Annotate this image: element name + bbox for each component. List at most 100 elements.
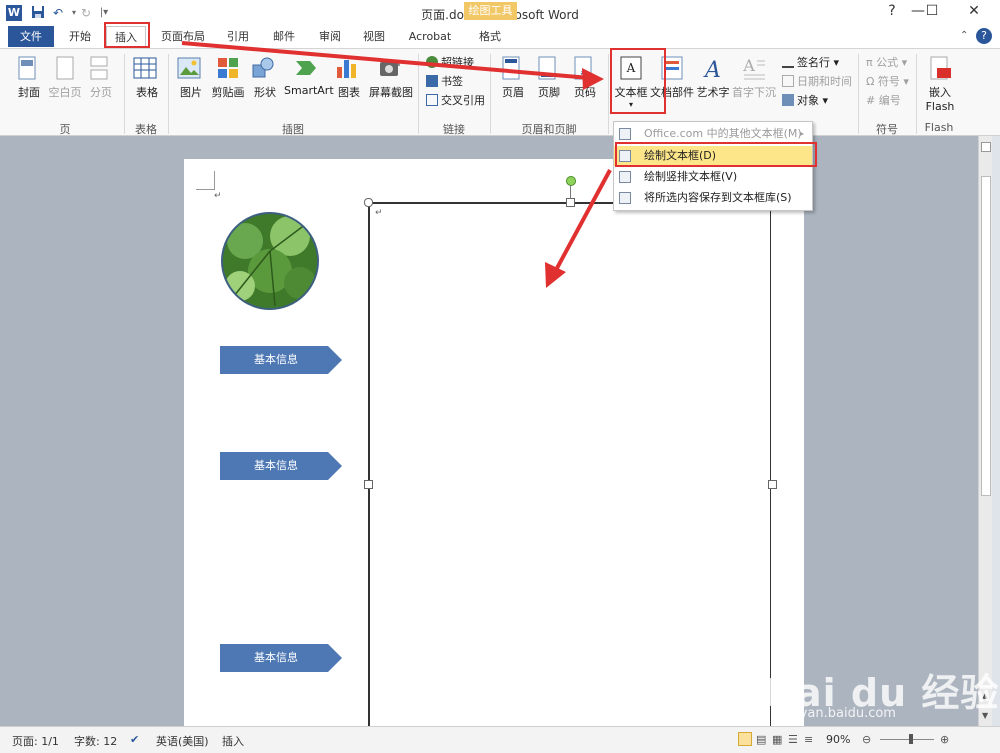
hyperlink-button[interactable]: 超链接 <box>426 54 474 70</box>
page-break-button[interactable]: 分页 <box>86 55 116 100</box>
draw-textbox-highlight <box>615 142 817 167</box>
menu-item-save-to-gallery-label: 将所选内容保存到文本框库(S) <box>644 191 792 204</box>
calendar-icon <box>782 75 794 87</box>
document-page[interactable]: ↵ 基本信息 基本信息 基本信息 ↵ <box>184 159 804 742</box>
zoom-slider-thumb[interactable] <box>909 734 913 744</box>
equation-label: 公式 <box>876 56 899 69</box>
print-layout-view-icon[interactable] <box>738 732 752 746</box>
menu-item-office-more[interactable]: Office.com 中的其他文本框(M) ▸ <box>614 124 812 144</box>
object-label: 对象 <box>797 94 819 107</box>
menu-item-draw-vertical-textbox-label: 绘制竖排文本框(V) <box>644 170 738 183</box>
submenu-arrow-icon: ▸ <box>800 129 805 138</box>
shapes-label: 形状 <box>254 86 276 99</box>
drawn-text-box[interactable]: ↵ <box>368 202 771 742</box>
signature-line-button[interactable]: 签名行 ▾ <box>782 54 839 70</box>
smartart-label: SmartArt <box>284 84 334 97</box>
hyperlink-label: 超链接 <box>441 56 474 69</box>
help-circle-icon[interactable]: ? <box>976 28 992 44</box>
pi-icon: π <box>866 56 877 69</box>
cover-button[interactable]: 封面 <box>14 55 44 100</box>
chart-icon <box>337 60 356 78</box>
group-label-flash: Flash <box>924 121 954 134</box>
hyperlink-icon <box>426 56 438 68</box>
date-time-button[interactable]: 日期和时间 <box>782 73 852 89</box>
equation-button[interactable]: π 公式 ▾ <box>866 54 907 70</box>
resize-handle-right[interactable] <box>768 480 777 489</box>
screenshot-icon <box>380 60 402 76</box>
clipart-button[interactable]: 剪贴画 <box>210 55 246 100</box>
status-page[interactable]: 页面: 1/1 <box>12 733 59 749</box>
group-separator <box>608 54 609 134</box>
cover-label: 封面 <box>18 86 40 99</box>
tab-acrobat[interactable]: Acrobat <box>404 26 456 47</box>
tab-mailings[interactable]: 邮件 <box>264 26 304 47</box>
bookmark-button[interactable]: 书签 <box>426 73 463 89</box>
resize-handle-top[interactable] <box>566 198 575 207</box>
page-number-button[interactable]: # 页码 <box>570 55 600 100</box>
blank-page-button[interactable]: 空白页 <box>48 55 82 100</box>
zoom-level[interactable]: 90% <box>826 733 850 746</box>
dropcap-button[interactable]: A 首字下沉 <box>732 55 776 100</box>
draft-view-icon[interactable]: ≡ <box>804 733 813 746</box>
embed-flash-label-2: Flash <box>925 100 955 113</box>
footer-button[interactable]: 页脚 <box>534 55 564 100</box>
tab-references[interactable]: 引用 <box>218 26 258 47</box>
collapse-ribbon-icon[interactable]: ⌃ <box>960 30 968 41</box>
shapes-button[interactable]: 形状 <box>250 55 280 100</box>
embed-flash-button[interactable]: 嵌入 Flash <box>922 55 958 113</box>
header-button[interactable]: 页眉 <box>498 55 528 100</box>
numbering-label: 编号 <box>878 94 901 107</box>
wordart-button[interactable]: A 艺术字 <box>696 55 730 100</box>
tab-view[interactable]: 视图 <box>354 26 394 47</box>
group-label-tables: 表格 <box>135 123 157 136</box>
full-screen-view-icon[interactable]: ▤ <box>756 733 766 746</box>
tab-file[interactable]: 文件 <box>8 26 54 47</box>
symbol-label: 符号 <box>877 75 900 88</box>
group-label-links: 链接 <box>443 123 465 136</box>
resize-handle-top-left[interactable] <box>364 198 373 207</box>
screenshot-button[interactable]: 屏幕截图 <box>368 55 414 100</box>
status-insert-mode[interactable]: 插入 <box>222 733 244 749</box>
insert-tab-highlight <box>104 22 150 48</box>
menu-item-save-to-gallery[interactable]: 将所选内容保存到文本框库(S) <box>614 188 812 208</box>
page-number-label: 页码 <box>574 86 596 99</box>
zoom-slider-track[interactable] <box>880 739 934 740</box>
tab-review[interactable]: 审阅 <box>310 26 350 47</box>
numbering-button[interactable]: # 编号 <box>866 92 901 108</box>
zoom-out-icon[interactable]: ⊖ <box>862 733 871 746</box>
numbering-icon: # <box>866 94 879 107</box>
scroll-thumb[interactable] <box>981 176 991 496</box>
status-bar: 页面: 1/1 字数: 12 ✔ 英语(美国) 插入 ▤ ▦ ☰ ≡ 90% ⊖… <box>0 726 1000 753</box>
menu-item-draw-vertical-textbox[interactable]: 绘制竖排文本框(V) <box>614 167 812 187</box>
group-label-symbols: 符号 <box>876 123 898 136</box>
textbox-paragraph-mark: ↵ <box>375 208 383 218</box>
resize-handle-left[interactable] <box>364 480 373 489</box>
ruler-toggle-icon[interactable] <box>981 142 991 152</box>
vertical-scrollbar[interactable]: ▲ ▼ <box>978 136 993 726</box>
proofing-icon[interactable]: ✔ <box>130 733 139 746</box>
footer-icon <box>538 56 556 80</box>
smartart-button[interactable]: SmartArt <box>284 55 334 97</box>
svg-text:#: # <box>580 69 586 77</box>
web-layout-view-icon[interactable]: ▦ <box>772 733 782 746</box>
maximize-icon[interactable]: ☐ <box>914 3 950 21</box>
cross-reference-button[interactable]: 交叉引用 <box>426 92 485 108</box>
status-language[interactable]: 英语(美国) <box>156 733 209 749</box>
tab-format[interactable]: 格式 <box>470 26 510 47</box>
status-word-count[interactable]: 字数: 12 <box>74 733 117 749</box>
leaf-photo-circle[interactable] <box>220 211 320 311</box>
zoom-in-icon[interactable]: ⊕ <box>940 733 949 746</box>
tab-page-layout[interactable]: 页面布局 <box>156 26 210 47</box>
smartart-icon <box>296 61 316 75</box>
draw-vertical-textbox-icon <box>619 171 631 183</box>
chart-label: 图表 <box>338 86 360 99</box>
object-button[interactable]: 对象 ▾ <box>782 92 828 108</box>
chart-button[interactable]: 图表 <box>334 55 364 100</box>
outline-view-icon[interactable]: ☰ <box>788 733 798 746</box>
tab-home[interactable]: 开始 <box>60 26 100 47</box>
picture-button[interactable]: 图片 <box>176 55 206 100</box>
rotate-handle[interactable] <box>566 176 576 186</box>
table-button[interactable]: 表格 <box>132 55 162 100</box>
symbol-button[interactable]: Ω 符号 ▾ <box>866 73 909 89</box>
close-icon[interactable]: ✕ <box>956 3 992 21</box>
